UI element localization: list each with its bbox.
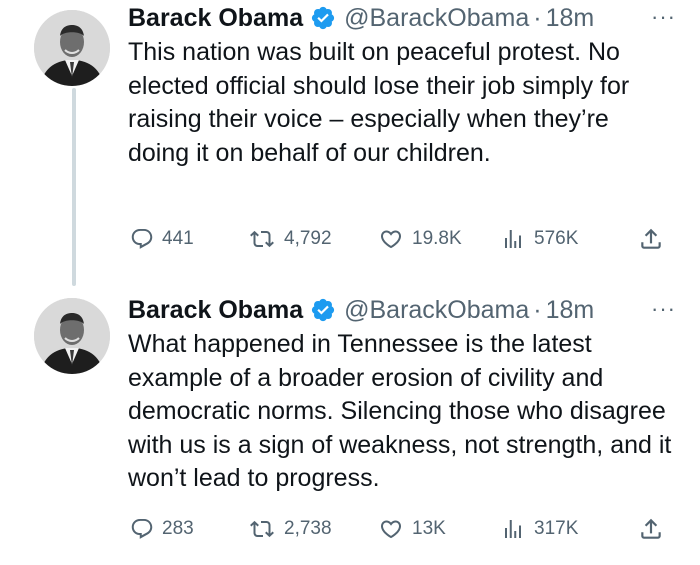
tweet-text: What happened in Tennessee is the latest… xyxy=(128,330,672,492)
tweet-actions: 441 4,792 19.8K 576K xyxy=(130,224,670,254)
tweet-header: Barack Obama @BarackObama · 18m xyxy=(128,292,676,328)
share-upload-icon xyxy=(641,228,661,249)
share-button[interactable] xyxy=(638,514,672,544)
author-avatar[interactable] xyxy=(34,10,110,86)
more-options-icon[interactable]: ··· xyxy=(651,296,676,322)
reply-bubble-icon xyxy=(131,519,153,539)
repost-count: 4,792 xyxy=(284,228,332,249)
header-separator: · xyxy=(533,295,542,324)
tweet-header: Barack Obama @BarackObama · 18m xyxy=(128,0,676,36)
thread-connector-line xyxy=(72,88,76,286)
author-handle[interactable]: @BarackObama xyxy=(344,4,529,33)
author-name[interactable]: Barack Obama xyxy=(128,4,303,33)
views-button[interactable]: 576K xyxy=(500,224,578,254)
reply-count: 441 xyxy=(162,228,194,249)
repost-arrows-icon xyxy=(250,520,274,538)
verified-badge-icon xyxy=(310,5,336,31)
bar-chart-icon xyxy=(505,230,521,248)
reply-button[interactable]: 441 xyxy=(130,224,194,254)
like-count: 13K xyxy=(412,518,446,539)
like-button[interactable]: 19.8K xyxy=(378,224,462,254)
views-button[interactable]: 317K xyxy=(500,514,578,544)
heart-icon xyxy=(380,520,402,539)
bar-chart-icon xyxy=(505,520,521,538)
repost-button[interactable]: 2,738 xyxy=(248,514,332,544)
views-count: 317K xyxy=(534,518,579,539)
like-button[interactable]: 13K xyxy=(378,514,446,544)
reply-count: 283 xyxy=(162,518,194,539)
reply-bubble-icon xyxy=(131,229,153,249)
author-avatar[interactable] xyxy=(34,298,110,374)
header-separator: · xyxy=(533,3,542,32)
reply-button[interactable]: 283 xyxy=(130,514,194,544)
tweet-timestamp[interactable]: 18m xyxy=(546,296,595,325)
repost-count: 2,738 xyxy=(284,518,332,539)
tweet-text: This nation was built on peaceful protes… xyxy=(128,38,630,167)
views-count: 576K xyxy=(534,228,579,249)
verified-badge-icon xyxy=(310,297,336,323)
more-options-icon[interactable]: ··· xyxy=(651,4,676,30)
tweet-timestamp[interactable]: 18m xyxy=(546,4,595,33)
share-button[interactable] xyxy=(638,224,672,254)
author-handle[interactable]: @BarackObama xyxy=(344,296,529,325)
like-count: 19.8K xyxy=(412,228,462,249)
tweet-actions: 283 2,738 13K 317K xyxy=(130,514,670,544)
heart-icon xyxy=(380,230,402,249)
repost-arrows-icon xyxy=(250,230,274,248)
author-name[interactable]: Barack Obama xyxy=(128,296,303,325)
repost-button[interactable]: 4,792 xyxy=(248,224,332,254)
share-upload-icon xyxy=(641,518,661,539)
